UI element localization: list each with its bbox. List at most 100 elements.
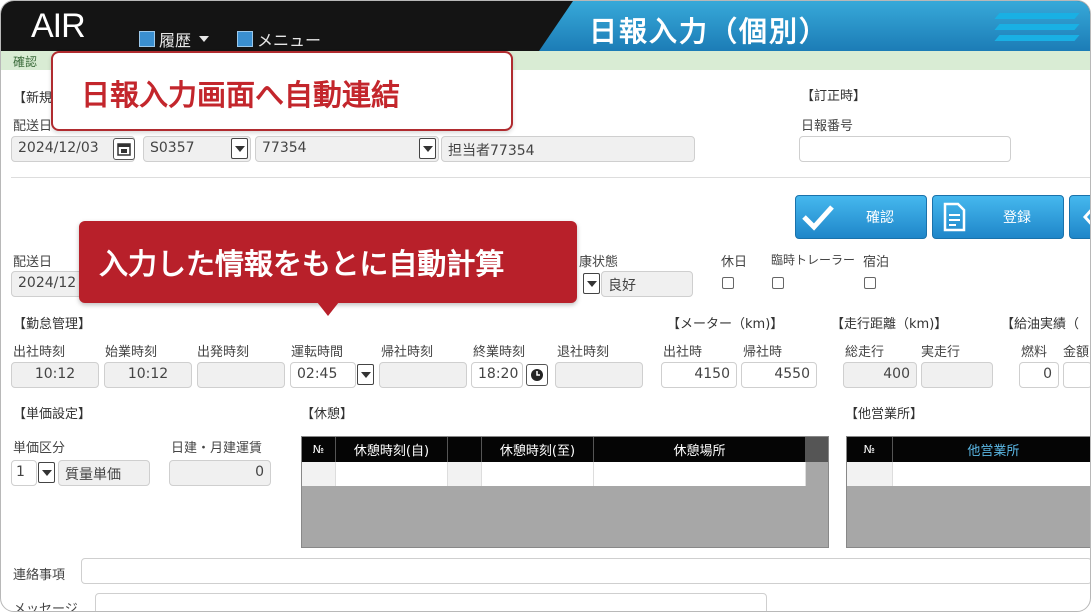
calendar-icon[interactable] bbox=[113, 138, 135, 160]
chevron-down-icon bbox=[199, 36, 210, 42]
app-logo: AIR bbox=[31, 7, 86, 45]
unit-class-code[interactable]: 1 bbox=[11, 460, 37, 486]
leave-time-label: 退社時刻 bbox=[557, 345, 610, 360]
table-row[interactable] bbox=[302, 462, 828, 486]
meter-out-input[interactable]: 4150 bbox=[661, 362, 737, 388]
overnight-checkbox[interactable] bbox=[864, 277, 876, 289]
unit-class-dropdown-icon[interactable] bbox=[38, 462, 55, 483]
amount-input[interactable] bbox=[1063, 362, 1090, 388]
amount-label: 金額 bbox=[1063, 345, 1090, 360]
main-menu-label: メニュー bbox=[257, 31, 322, 50]
message-label: メッセージ bbox=[13, 602, 78, 612]
other-office-section-title: 【他営業所】 bbox=[845, 407, 924, 422]
unit-class-name: 質量単価 bbox=[58, 460, 150, 486]
fare-label: 日建・月建運賃 bbox=[171, 441, 263, 456]
app-window: AIR 履歴 メニュー 日報入力（個別） 確認 【新規 【訂正時】 配送日 日報… bbox=[0, 0, 1091, 612]
meter-section-title: 【メーター（km)】 bbox=[667, 317, 784, 332]
correction-section-label: 【訂正時】 bbox=[801, 89, 867, 104]
rest-grid-header: № 休憩時刻(自) 休憩時刻(至) 休憩場所 bbox=[302, 437, 828, 462]
depart-time-label: 出発時刻 bbox=[197, 345, 250, 360]
auto-link-callout: 日報入力画面へ自動連結 bbox=[51, 51, 513, 131]
staff-dropdown-icon[interactable] bbox=[419, 138, 436, 159]
arrive-time-label: 出社時刻 bbox=[13, 345, 66, 360]
actual-distance-label: 実走行 bbox=[921, 345, 961, 360]
fuel-label: 燃料 bbox=[1021, 345, 1048, 360]
meter-in-label: 帰社時 bbox=[743, 345, 783, 360]
fuel-section-title: 【給油実績（ bbox=[1001, 317, 1080, 332]
health-status-select[interactable]: 良好 bbox=[601, 271, 693, 297]
rest-grid[interactable]: № 休憩時刻(自) 休憩時刻(至) 休憩場所 bbox=[301, 436, 829, 548]
grid-scrollbar[interactable] bbox=[806, 437, 828, 462]
menu-icon bbox=[237, 31, 253, 47]
attendance-section-title: 【勤怠管理】 bbox=[13, 317, 92, 332]
holiday-checkbox[interactable] bbox=[722, 277, 734, 289]
unit-price-section-title: 【単価設定】 bbox=[13, 407, 92, 422]
return-time-field[interactable] bbox=[379, 362, 467, 388]
staff-code-value: 77354 bbox=[262, 140, 307, 156]
meter-in-input[interactable]: 4550 bbox=[741, 362, 817, 388]
chevron-left-icon bbox=[1070, 196, 1090, 238]
other-office-grid-header: № 他営業所 bbox=[847, 437, 1090, 462]
fuel-input[interactable]: 0 bbox=[1019, 362, 1059, 388]
staff-name-field: 担当者77354 bbox=[441, 136, 695, 162]
contact-label: 連絡事項 bbox=[13, 568, 66, 583]
history-menu[interactable]: 履歴 bbox=[139, 27, 210, 51]
end-time-input[interactable]: 18:20 bbox=[471, 362, 523, 388]
other-office-grid[interactable]: № 他営業所 bbox=[846, 436, 1090, 548]
delivery-date-label: 配送日 bbox=[13, 119, 53, 134]
rest-col-from: 休憩時刻(自) bbox=[336, 437, 448, 462]
page-title: 日報入力（個別） bbox=[589, 15, 830, 48]
delivery-date-value: 2024/12/03 bbox=[18, 140, 99, 156]
new-section-label: 【新規 bbox=[13, 91, 53, 106]
holiday-label: 休日 bbox=[721, 255, 748, 270]
health-dropdown-icon[interactable] bbox=[583, 273, 600, 294]
leave-time-field[interactable] bbox=[555, 362, 643, 388]
health-status-label: 康状態 bbox=[579, 255, 619, 270]
main-menu[interactable]: メニュー bbox=[237, 27, 321, 51]
drive-time-dropdown-icon[interactable] bbox=[357, 364, 374, 385]
arrive-time-field: 10:12 bbox=[11, 362, 99, 388]
rest-section-title: 【休憩】 bbox=[301, 407, 354, 422]
confirm-button-label: 確認 bbox=[866, 210, 894, 226]
app-header: AIR 履歴 メニュー 日報入力（個別） bbox=[1, 1, 1090, 51]
depart-time-field[interactable] bbox=[197, 362, 285, 388]
rest-col-place: 休憩場所 bbox=[594, 437, 806, 462]
confirm-button[interactable]: 確認 bbox=[795, 195, 927, 239]
staff-code-select[interactable]: 77354 bbox=[255, 136, 439, 162]
report-number-input[interactable] bbox=[799, 136, 1011, 162]
checkmark-icon bbox=[796, 196, 840, 238]
fare-field: 0 bbox=[169, 460, 271, 486]
actual-distance-field[interactable] bbox=[921, 362, 993, 388]
vehicle-dropdown-icon[interactable] bbox=[231, 138, 248, 159]
start-time-field: 10:12 bbox=[104, 362, 192, 388]
rest-col-to: 休憩時刻(至) bbox=[482, 437, 594, 462]
auto-calc-callout: 入力した情報をもとに自動計算 bbox=[79, 221, 577, 316]
divider bbox=[11, 177, 1090, 178]
clock-icon[interactable] bbox=[526, 364, 548, 386]
table-row[interactable] bbox=[847, 462, 1090, 486]
meter-out-label: 出社時 bbox=[663, 345, 703, 360]
return-time-label: 帰社時刻 bbox=[381, 345, 434, 360]
callout-pointer bbox=[317, 302, 339, 316]
history-menu-label: 履歴 bbox=[159, 31, 192, 50]
staff-name-value: 担当者77354 bbox=[448, 143, 535, 159]
other-office-col-no: № bbox=[847, 437, 893, 462]
temp-trailer-checkbox[interactable] bbox=[772, 277, 784, 289]
drive-time-input[interactable]: 02:45 bbox=[290, 362, 356, 388]
distance-section-title: 【走行距離（km)】 bbox=[831, 317, 948, 332]
rest-col-no: № bbox=[302, 437, 336, 462]
other-office-col-name: 他営業所 bbox=[893, 437, 1090, 462]
end-time-label: 終業時刻 bbox=[473, 345, 526, 360]
contact-input[interactable] bbox=[81, 558, 1090, 584]
health-status-value: 良好 bbox=[608, 278, 636, 294]
back-button[interactable] bbox=[1069, 195, 1090, 239]
stripes-decoration-icon bbox=[994, 13, 1080, 43]
delivery-date-label-2: 配送日 bbox=[13, 255, 53, 270]
report-number-label: 日報番号 bbox=[801, 119, 854, 134]
auto-calc-callout-text: 入力した情報をもとに自動計算 bbox=[99, 247, 505, 281]
register-button[interactable]: 登録 bbox=[932, 195, 1064, 239]
document-icon bbox=[933, 196, 977, 238]
unit-class-label: 単価区分 bbox=[13, 441, 66, 456]
total-distance-label: 総走行 bbox=[845, 345, 885, 360]
message-input[interactable] bbox=[95, 593, 767, 611]
